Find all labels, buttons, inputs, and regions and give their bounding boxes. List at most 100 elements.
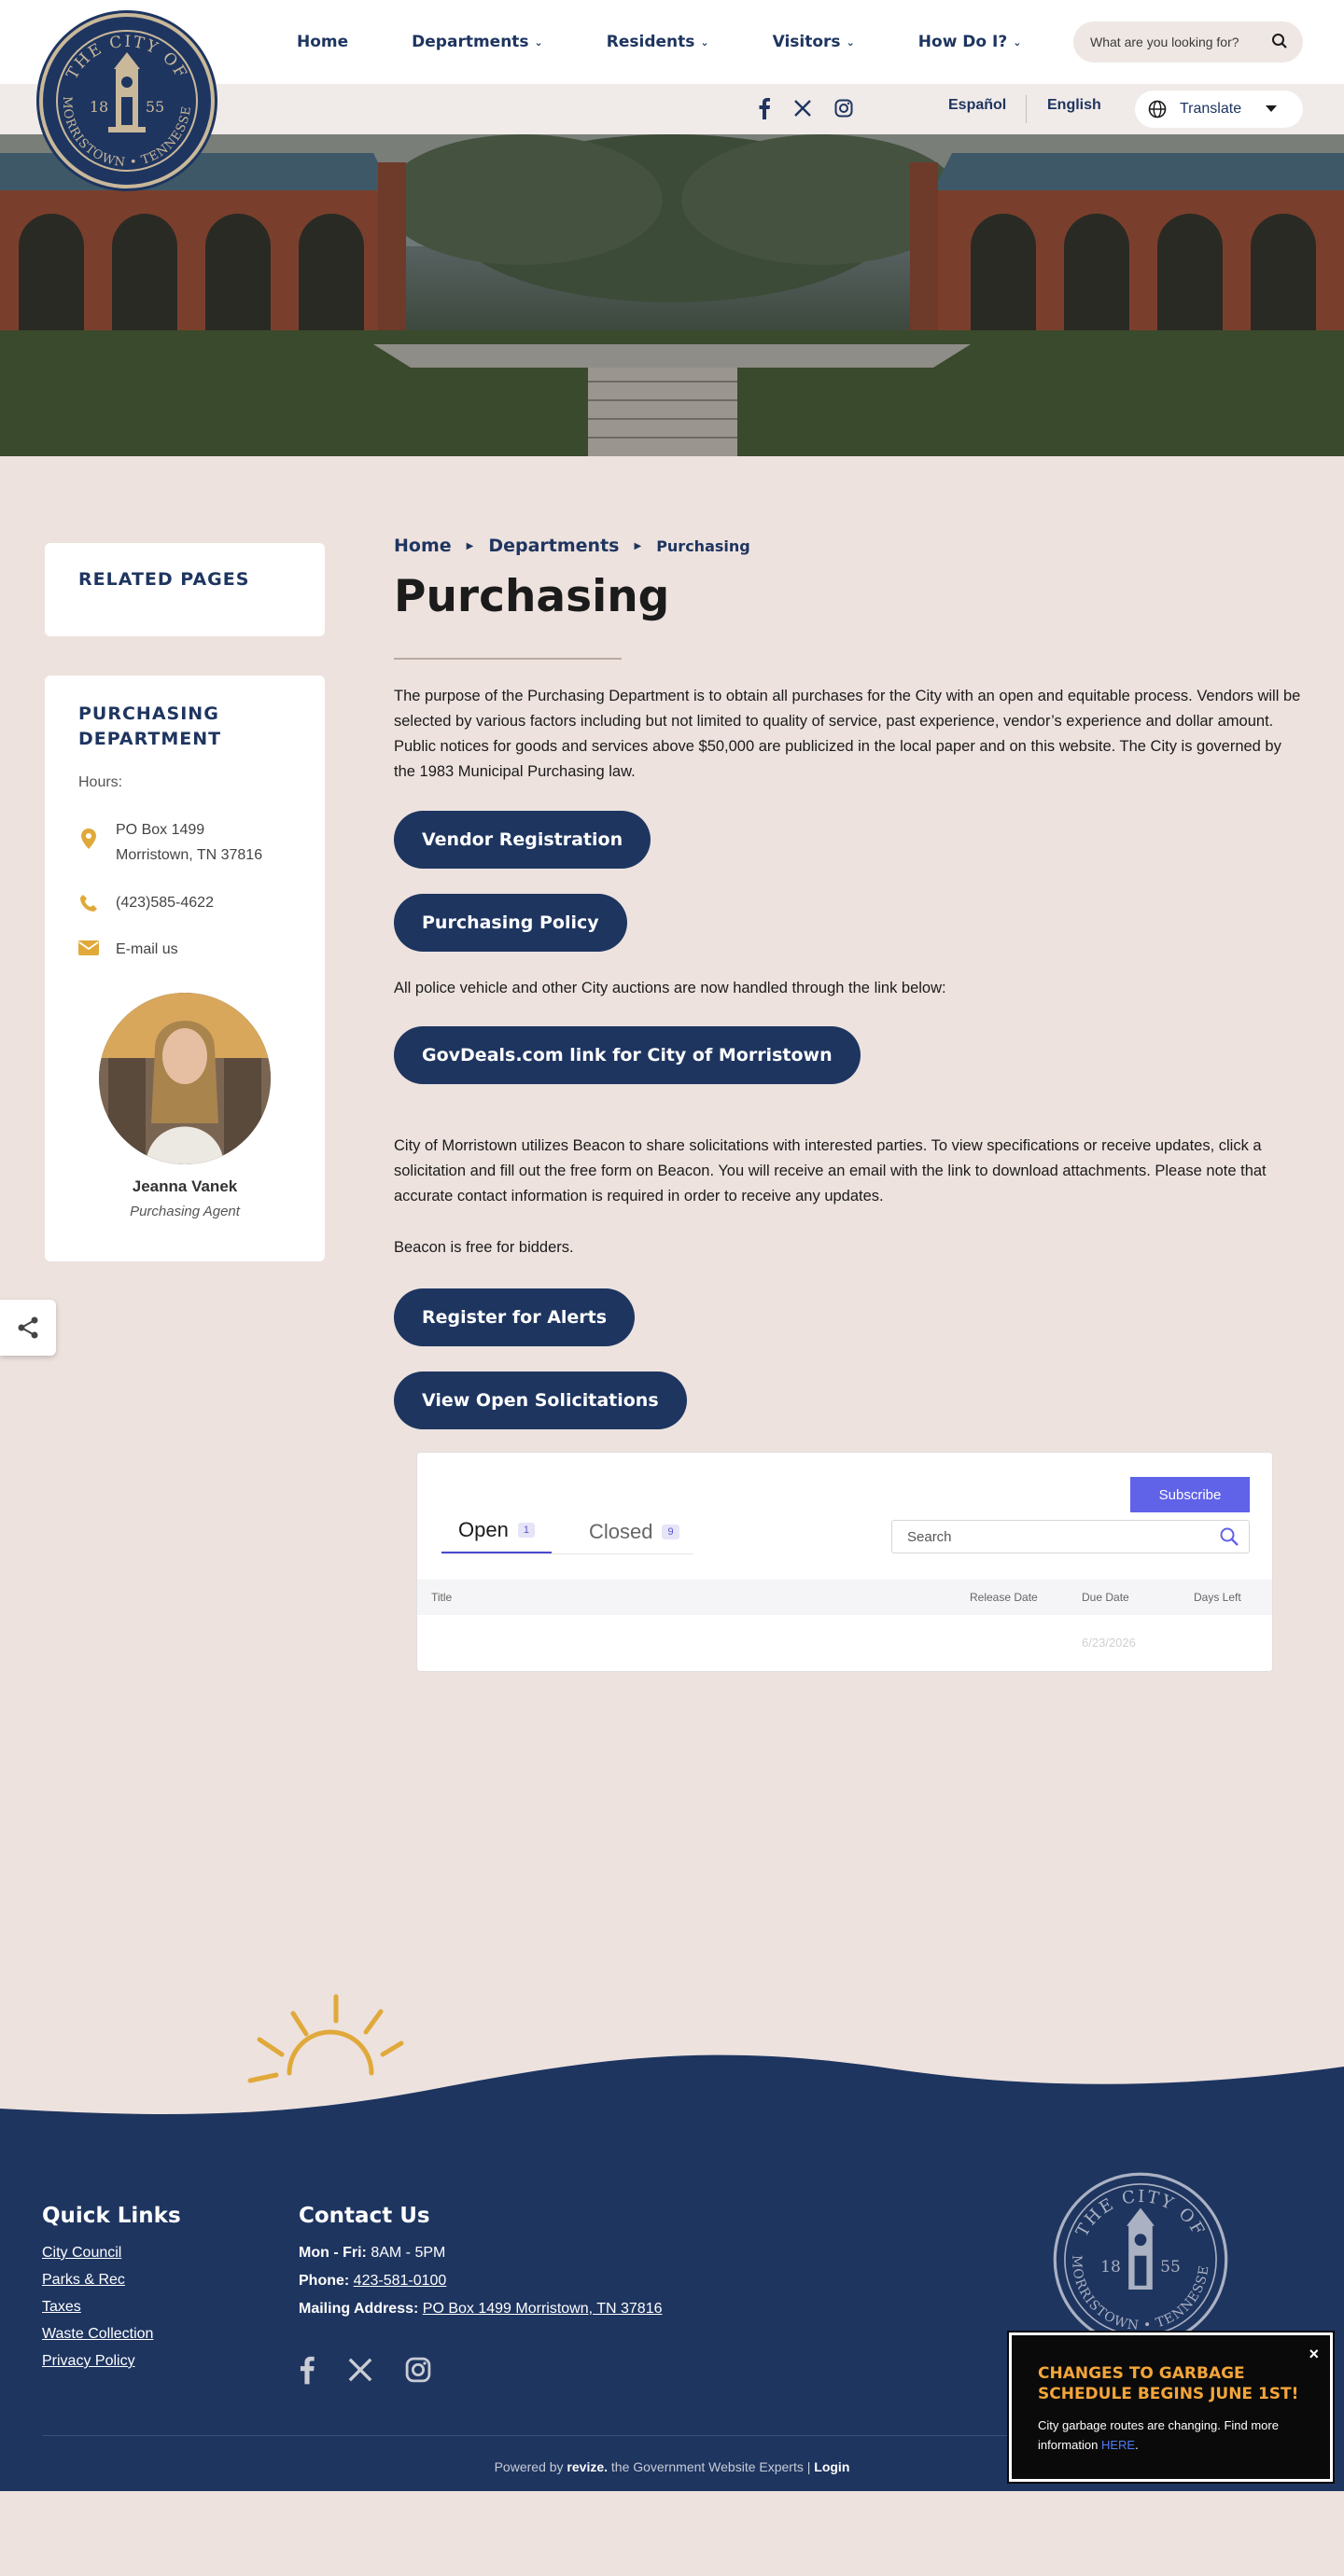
lang-divider — [1026, 95, 1027, 123]
popup-body-text: City garbage routes are changing. Find m… — [1038, 2418, 1279, 2452]
search-icon[interactable] — [1219, 1526, 1239, 1547]
lang-english[interactable]: English — [1047, 97, 1101, 114]
phone-label: Phone: — [299, 2273, 350, 2289]
related-pages-title: RELATED PAGES — [78, 569, 250, 590]
beacon-paragraph: City of Morristown utilizes Beacon to sh… — [394, 1137, 1267, 1204]
intro-paragraph: The purpose of the Purchasing Department… — [394, 688, 1301, 780]
related-pages-card: RELATED PAGES — [45, 543, 325, 636]
govdeals-link-button[interactable]: GovDeals.com link for City of Morristown — [394, 1026, 861, 1084]
nav-residents-label: Residents — [606, 33, 695, 51]
col-due-date[interactable]: Due Date — [1082, 1591, 1129, 1604]
col-release-date[interactable]: Release Date — [970, 1591, 1038, 1604]
nav-visitors[interactable]: Visitors ⌄ — [773, 33, 855, 51]
footer-seal-year-left: 18 — [1100, 2258, 1121, 2277]
register-alerts-button[interactable]: Register for Alerts — [394, 1288, 636, 1346]
footer-seal-year-right: 55 — [1160, 2258, 1181, 2277]
auction-text: All police vehicle and other City auctio… — [394, 980, 946, 996]
search-input[interactable] — [1088, 34, 1266, 50]
footer-link-waste-collection[interactable]: Waste Collection — [42, 2326, 181, 2343]
garbage-schedule-popup: × CHANGES TO GARBAGE SCHEDULE BEGINS JUN… — [1007, 2331, 1335, 2484]
email-row[interactable]: E-mail us — [78, 937, 178, 962]
map-pin-icon — [81, 828, 96, 849]
solicitations-widget: Subscribe Open 1 Closed 9 Search Title R… — [416, 1452, 1273, 1672]
search-icon[interactable] — [1271, 33, 1288, 49]
mailing-label: Mailing Address: — [299, 2301, 419, 2317]
footer-address: Mailing Address: PO Box 1499 Morristown,… — [299, 2301, 662, 2318]
department-contact-card: PURCHASING DEPARTMENT Hours: PO Box 1499… — [45, 675, 325, 1261]
popup-period: . — [1135, 2438, 1139, 2452]
footer-social-links — [299, 2355, 662, 2385]
globe-icon — [1148, 100, 1167, 118]
translate-dropdown[interactable]: Translate — [1135, 91, 1303, 128]
address-row: PO Box 1499 Morristown, TN 37816 — [78, 817, 262, 868]
breadcrumb-departments[interactable]: Departments — [488, 536, 619, 556]
phone-link[interactable]: 423-581-0100 — [354, 2273, 447, 2289]
tab-open[interactable]: Open 1 — [441, 1518, 552, 1554]
popup-here-link[interactable]: HERE — [1101, 2438, 1135, 2452]
breadcrumb: Home ▶ Departments ▶ Purchasing — [394, 536, 750, 556]
footer-link-parks-rec[interactable]: Parks & Rec — [42, 2272, 181, 2289]
powered-suffix: the Government Website Experts | — [610, 2459, 811, 2474]
col-days-left[interactable]: Days Left — [1194, 1591, 1241, 1604]
breadcrumb-current: Purchasing — [656, 536, 750, 555]
chevron-down-icon: ⌄ — [534, 35, 543, 49]
x-twitter-icon[interactable] — [793, 99, 812, 118]
caret-right-icon: ▶ — [634, 540, 642, 551]
contact-title: Contact Us — [299, 2204, 430, 2228]
popup-body: City garbage routes are changing. Find m… — [1038, 2416, 1309, 2455]
subscribe-button[interactable]: Subscribe — [1130, 1477, 1250, 1512]
nav-departments[interactable]: Departments ⌄ — [412, 33, 543, 51]
vendor-registration-button[interactable]: Vendor Registration — [394, 811, 651, 869]
person-photo — [99, 993, 271, 1164]
mail-icon — [78, 940, 99, 955]
phone-number: (423)585-4622 — [116, 895, 214, 911]
email-link: E-mail us — [116, 941, 178, 957]
hours-label: Mon - Fri: — [299, 2245, 367, 2261]
nav-visitors-label: Visitors — [772, 33, 841, 51]
instagram-icon[interactable] — [405, 2357, 431, 2383]
page-title: Purchasing — [394, 571, 670, 622]
nav-residents[interactable]: Residents ⌄ — [607, 33, 709, 51]
title-divider — [394, 658, 622, 660]
view-open-solicitations-button[interactable]: View Open Solicitations — [394, 1372, 687, 1429]
facebook-icon[interactable] — [299, 2355, 315, 2385]
share-button[interactable] — [0, 1300, 56, 1356]
x-twitter-icon[interactable] — [347, 2357, 373, 2383]
powered-prefix: Powered by — [494, 2459, 564, 2474]
tab-closed[interactable]: Closed 9 — [572, 1518, 696, 1554]
footer-link-privacy-policy[interactable]: Privacy Policy — [42, 2353, 181, 2370]
footer-link-taxes[interactable]: Taxes — [42, 2299, 181, 2316]
hours-value: 8AM - 5PM — [371, 2245, 446, 2261]
footer-link-city-council[interactable]: City Council — [42, 2245, 181, 2262]
facebook-icon[interactable] — [758, 97, 771, 119]
lang-espanol[interactable]: Español — [948, 97, 1006, 114]
tab-underline — [441, 1553, 693, 1554]
close-icon[interactable]: × — [1309, 2345, 1319, 2364]
department-title: PURCHASING DEPARTMENT — [78, 703, 222, 749]
table-header: Title Release Date Due Date Days Left — [417, 1580, 1272, 1615]
phone-row[interactable]: (423)585-4622 — [78, 890, 214, 915]
logo-year-left: 18 — [90, 98, 108, 116]
staff-name: Jeanna Vanek — [132, 1177, 238, 1195]
chevron-down-icon: ⌄ — [846, 35, 855, 49]
breadcrumb-home[interactable]: Home — [394, 536, 452, 556]
tab-closed-count: 9 — [662, 1524, 679, 1539]
purchasing-policy-button[interactable]: Purchasing Policy — [394, 894, 627, 952]
nav-how-do-i[interactable]: How Do I? ⌄ — [918, 33, 1022, 51]
quick-links-column: Quick Links City Council Parks & Rec Tax… — [42, 2204, 181, 2380]
revize-brand[interactable]: revize. — [567, 2459, 608, 2474]
hours-label: Hours: — [78, 774, 123, 790]
share-icon — [18, 1316, 38, 1339]
login-link[interactable]: Login — [814, 2459, 849, 2474]
mailing-link[interactable]: PO Box 1499 Morristown, TN 37816 — [423, 2301, 663, 2317]
tab-open-count: 1 — [517, 1523, 535, 1538]
table-row[interactable]: 6/23/2026 — [417, 1615, 1272, 1671]
col-title[interactable]: Title — [431, 1591, 452, 1604]
solicitation-tabs: Open 1 Closed 9 — [441, 1518, 696, 1554]
logo-year-right: 55 — [146, 98, 164, 116]
widget-search-field[interactable]: Search — [891, 1520, 1250, 1553]
instagram-icon[interactable] — [834, 99, 853, 118]
phone-icon — [80, 895, 97, 912]
nav-home[interactable]: Home — [297, 33, 348, 51]
city-logo[interactable]: THE CITY OF MORRISTOWN • TENNESSEE 18 55 — [39, 13, 215, 188]
